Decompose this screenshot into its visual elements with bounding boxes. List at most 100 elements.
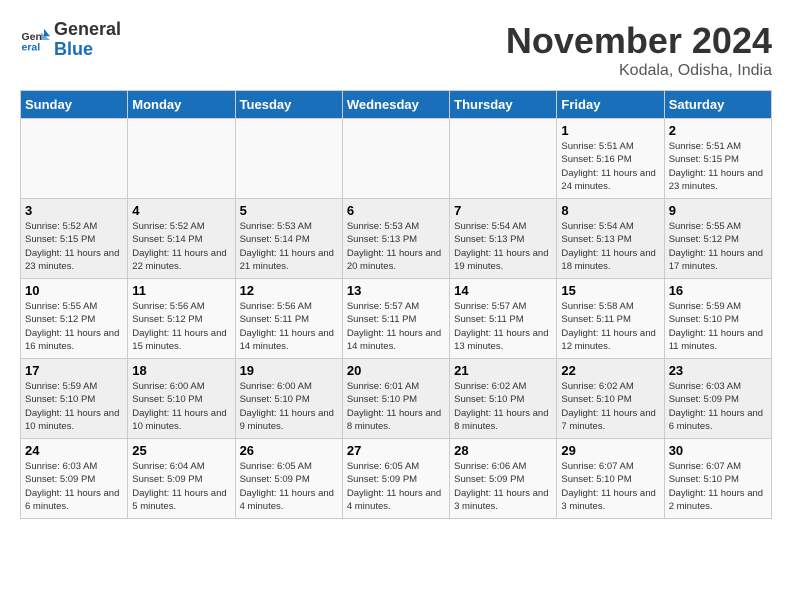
weekday-tuesday: Tuesday [235,91,342,119]
day-number: 9 [669,203,767,218]
day-number: 1 [561,123,659,138]
day-info: Sunrise: 6:03 AMSunset: 5:09 PMDaylight:… [25,460,123,513]
calendar-cell: 24Sunrise: 6:03 AMSunset: 5:09 PMDayligh… [21,439,128,519]
calendar-cell: 10Sunrise: 5:55 AMSunset: 5:12 PMDayligh… [21,279,128,359]
calendar-cell [128,119,235,199]
month-title: November 2024 [506,20,772,62]
day-info: Sunrise: 5:54 AMSunset: 5:13 PMDaylight:… [561,220,659,273]
day-number: 12 [240,283,338,298]
calendar-cell: 4 Sunrise: 5:52 AMSunset: 5:14 PMDaylight… [128,199,235,279]
day-info: Sunrise: 5:58 AMSunset: 5:11 PMDaylight:… [561,300,659,353]
day-info: Sunrise: 6:05 AMSunset: 5:09 PMDaylight:… [347,460,445,513]
day-info: Sunrise: 6:06 AMSunset: 5:09 PMDaylight:… [454,460,552,513]
calendar-cell: 19 Sunrise: 6:00 AMSunset: 5:10 PMDayligh… [235,359,342,439]
day-number: 10 [25,283,123,298]
day-info: Sunrise: 6:00 AMSunset: 5:10 PMDaylight:… [132,380,230,433]
day-info: Sunrise: 5:55 AMSunset: 5:12 PMDaylight:… [669,220,767,273]
calendar-cell: 30 Sunrise: 6:07 AMSunset: 5:10 PMDayligh… [664,439,771,519]
day-number: 16 [669,283,767,298]
day-info: Sunrise: 5:56 AMSunset: 5:11 PMDaylight:… [240,300,338,353]
day-number: 4 [132,203,230,218]
calendar-cell: 15 Sunrise: 5:58 AMSunset: 5:11 PMDayligh… [557,279,664,359]
day-number: 11 [132,283,230,298]
day-info: Sunrise: 6:07 AMSunset: 5:10 PMDaylight:… [561,460,659,513]
calendar-cell: 20 Sunrise: 6:01 AMSunset: 5:10 PMDayligh… [342,359,449,439]
day-number: 19 [240,363,338,378]
page-header: Gen eral General Blue November 2024 Koda… [20,20,772,80]
day-number: 2 [669,123,767,138]
day-info: Sunrise: 6:04 AMSunset: 5:09 PMDaylight:… [132,460,230,513]
logo-icon: Gen eral [20,25,50,55]
day-info: Sunrise: 5:52 AMSunset: 5:14 PMDaylight:… [132,220,230,273]
weekday-header-row: SundayMondayTuesdayWednesdayThursdayFrid… [21,91,772,119]
day-info: Sunrise: 5:57 AMSunset: 5:11 PMDaylight:… [454,300,552,353]
day-info: Sunrise: 5:57 AMSunset: 5:11 PMDaylight:… [347,300,445,353]
day-number: 13 [347,283,445,298]
day-number: 26 [240,443,338,458]
calendar-cell: 29 Sunrise: 6:07 AMSunset: 5:10 PMDayligh… [557,439,664,519]
calendar-cell [450,119,557,199]
day-number: 7 [454,203,552,218]
day-number: 17 [25,363,123,378]
day-number: 30 [669,443,767,458]
calendar-cell: 28 Sunrise: 6:06 AMSunset: 5:09 PMDayligh… [450,439,557,519]
day-info: Sunrise: 6:02 AMSunset: 5:10 PMDaylight:… [561,380,659,433]
week-row-5: 24Sunrise: 6:03 AMSunset: 5:09 PMDayligh… [21,439,772,519]
calendar-cell: 16 Sunrise: 5:59 AMSunset: 5:10 PMDayligh… [664,279,771,359]
calendar-cell [342,119,449,199]
calendar-cell: 7 Sunrise: 5:54 AMSunset: 5:13 PMDaylight… [450,199,557,279]
weekday-monday: Monday [128,91,235,119]
calendar-cell: 1Sunrise: 5:51 AMSunset: 5:16 PMDaylight… [557,119,664,199]
day-info: Sunrise: 6:01 AMSunset: 5:10 PMDaylight:… [347,380,445,433]
calendar-cell: 11 Sunrise: 5:56 AMSunset: 5:12 PMDayligh… [128,279,235,359]
day-number: 28 [454,443,552,458]
calendar-table: SundayMondayTuesdayWednesdayThursdayFrid… [20,90,772,519]
weekday-saturday: Saturday [664,91,771,119]
day-number: 20 [347,363,445,378]
day-number: 8 [561,203,659,218]
day-info: Sunrise: 6:00 AMSunset: 5:10 PMDaylight:… [240,380,338,433]
logo: Gen eral General Blue [20,20,121,60]
day-info: Sunrise: 5:59 AMSunset: 5:10 PMDaylight:… [25,380,123,433]
calendar-cell: 13 Sunrise: 5:57 AMSunset: 5:11 PMDayligh… [342,279,449,359]
calendar-cell: 27Sunrise: 6:05 AMSunset: 5:09 PMDayligh… [342,439,449,519]
day-number: 18 [132,363,230,378]
day-info: Sunrise: 5:53 AMSunset: 5:14 PMDaylight:… [240,220,338,273]
day-info: Sunrise: 5:56 AMSunset: 5:12 PMDaylight:… [132,300,230,353]
day-number: 21 [454,363,552,378]
title-block: November 2024 Kodala, Odisha, India [506,20,772,80]
day-info: Sunrise: 5:54 AMSunset: 5:13 PMDaylight:… [454,220,552,273]
calendar-cell: 21 Sunrise: 6:02 AMSunset: 5:10 PMDayligh… [450,359,557,439]
calendar-cell: 25Sunrise: 6:04 AMSunset: 5:09 PMDayligh… [128,439,235,519]
calendar-cell: 18 Sunrise: 6:00 AMSunset: 5:10 PMDayligh… [128,359,235,439]
calendar-cell: 12 Sunrise: 5:56 AMSunset: 5:11 PMDayligh… [235,279,342,359]
day-info: Sunrise: 6:02 AMSunset: 5:10 PMDaylight:… [454,380,552,433]
calendar-cell: 23Sunrise: 6:03 AMSunset: 5:09 PMDayligh… [664,359,771,439]
calendar-cell: 9 Sunrise: 5:55 AMSunset: 5:12 PMDaylight… [664,199,771,279]
logo-text: General Blue [54,20,121,60]
day-number: 14 [454,283,552,298]
day-number: 5 [240,203,338,218]
week-row-4: 17 Sunrise: 5:59 AMSunset: 5:10 PMDayligh… [21,359,772,439]
calendar-cell: 2 Sunrise: 5:51 AMSunset: 5:15 PMDaylight… [664,119,771,199]
weekday-thursday: Thursday [450,91,557,119]
calendar-cell: 26 Sunrise: 6:05 AMSunset: 5:09 PMDayligh… [235,439,342,519]
day-info: Sunrise: 5:51 AMSunset: 5:15 PMDaylight:… [669,140,767,193]
day-info: Sunrise: 6:07 AMSunset: 5:10 PMDaylight:… [669,460,767,513]
calendar-cell: 14 Sunrise: 5:57 AMSunset: 5:11 PMDayligh… [450,279,557,359]
day-number: 23 [669,363,767,378]
calendar-cell: 5 Sunrise: 5:53 AMSunset: 5:14 PMDaylight… [235,199,342,279]
day-number: 29 [561,443,659,458]
weekday-sunday: Sunday [21,91,128,119]
day-info: Sunrise: 5:59 AMSunset: 5:10 PMDaylight:… [669,300,767,353]
calendar-cell: 6Sunrise: 5:53 AMSunset: 5:13 PMDaylight… [342,199,449,279]
calendar-cell [235,119,342,199]
location: Kodala, Odisha, India [506,62,772,80]
day-number: 22 [561,363,659,378]
calendar-cell: 17 Sunrise: 5:59 AMSunset: 5:10 PMDayligh… [21,359,128,439]
day-number: 3 [25,203,123,218]
day-info: Sunrise: 6:05 AMSunset: 5:09 PMDaylight:… [240,460,338,513]
day-number: 15 [561,283,659,298]
svg-text:eral: eral [22,41,41,53]
day-info: Sunrise: 5:53 AMSunset: 5:13 PMDaylight:… [347,220,445,273]
